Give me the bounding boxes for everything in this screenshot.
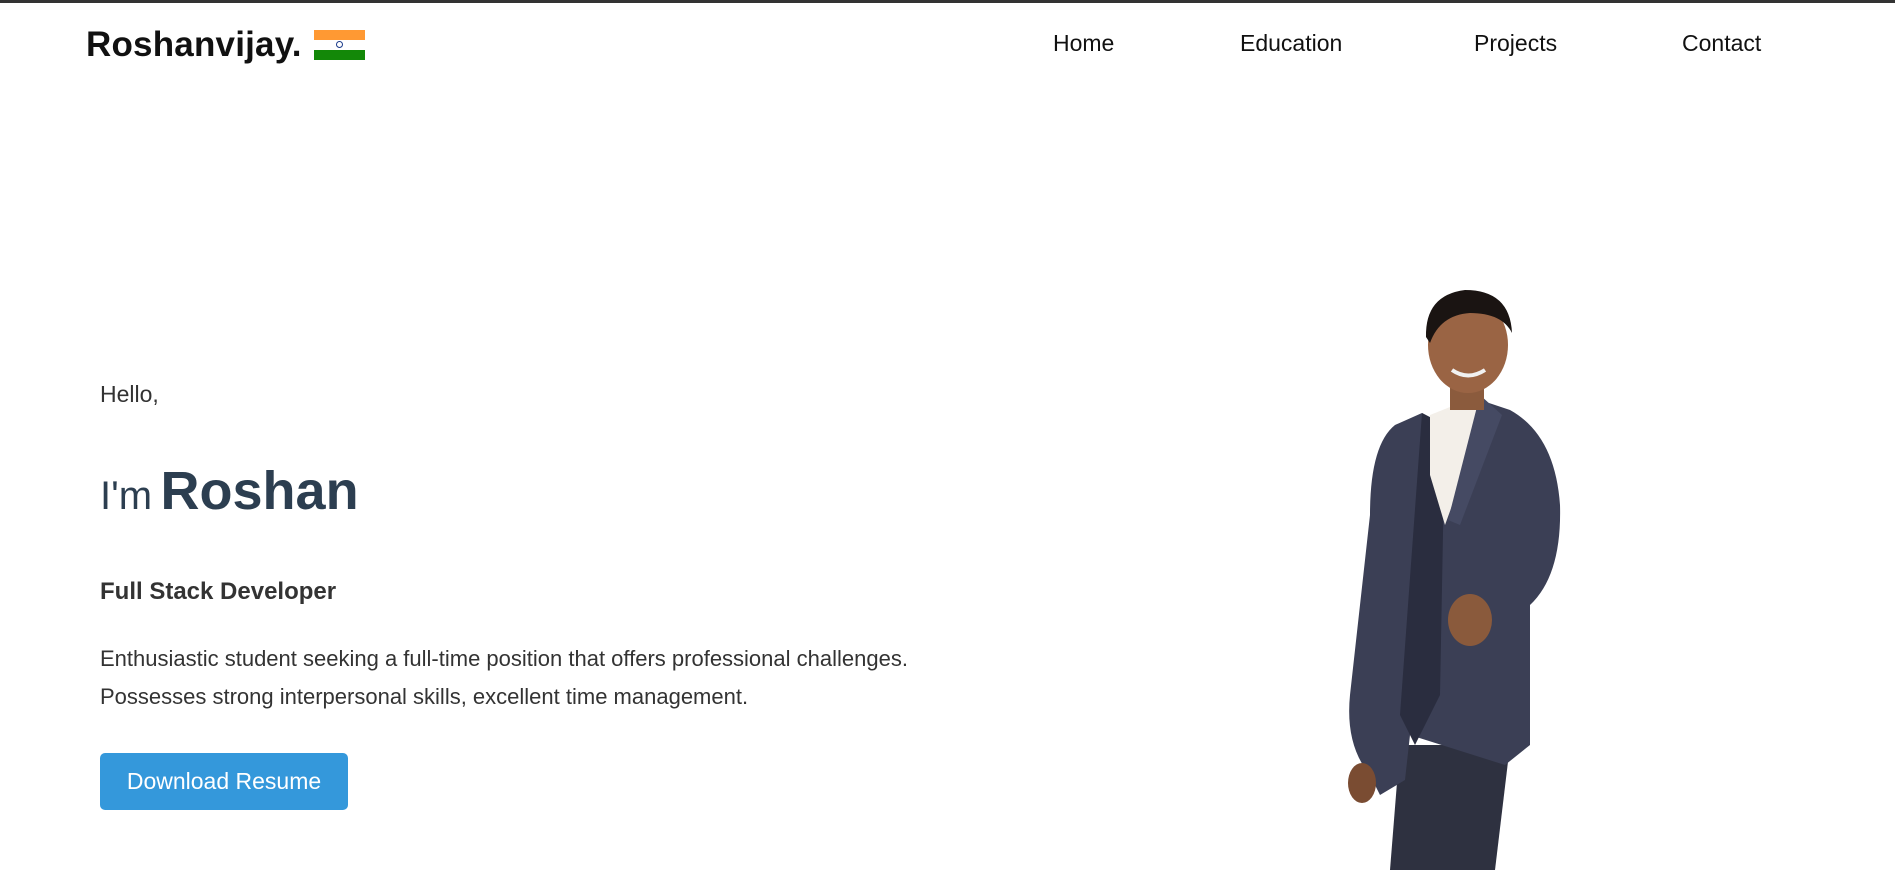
portrait-hand-lower [1348,763,1376,803]
hero-name: Roshan [160,461,359,521]
hero-description: Enthusiastic student seeking a full-time… [100,640,1050,716]
portrait-hand [1448,594,1492,646]
role-title: Full Stack Developer [100,578,337,605]
nav-contact-link[interactable]: Contact [1682,30,1761,57]
main-nav: Home Education Projects Contact [0,30,1895,60]
nav-education-link[interactable]: Education [1240,30,1342,57]
greeting-text: Hello, [100,381,159,407]
download-resume-button[interactable]: Download Resume [100,753,348,810]
description-line: Possesses strong interpersonal skills, e… [100,684,749,709]
profile-photo [1348,290,1561,870]
portrait-trousers [1390,745,1510,870]
intro-heading: I'm Roshan [100,460,359,522]
intro-prefix: I'm [100,474,153,518]
nav-home-link[interactable]: Home [1053,30,1114,57]
description-line: Enthusiastic student seeking a full-time… [100,646,908,671]
nav-projects-link[interactable]: Projects [1474,30,1557,57]
